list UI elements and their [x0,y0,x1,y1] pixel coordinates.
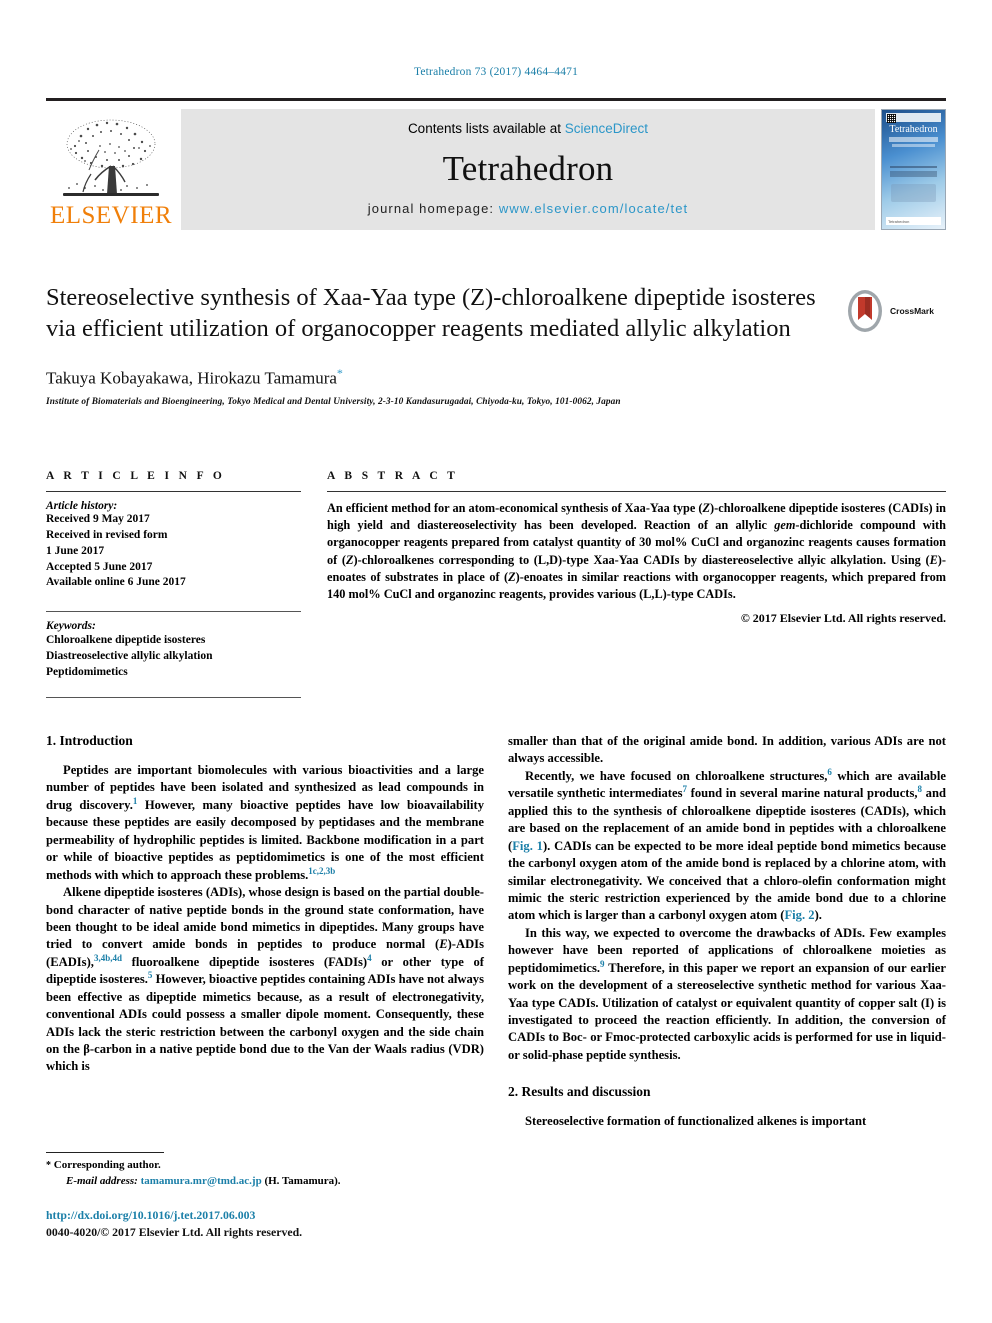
text-run: ). CADIs can be expected to be more idea… [508,838,946,923]
issn-copyright-line: 0040-4020/© 2017 Elsevier Ltd. All right… [46,1224,303,1239]
italic-text: Z [346,552,354,567]
footnote-block: * Corresponding author. E-mail address: … [46,1152,484,1190]
email-link[interactable]: tamamura.mr@tmd.ac.jp [141,1175,262,1187]
elsevier-logo: ELSEVIER [46,109,176,230]
figure-link[interactable]: Fig. 2 [784,908,814,922]
corresponding-author-marker[interactable]: * [337,366,343,380]
article-info-rule [46,491,301,492]
corresponding-author-note: * Corresponding author. [46,1158,484,1174]
crossmark-badge[interactable]: CrossMark [845,287,945,335]
text-run: Recently, we have focused on chloroalken… [525,768,828,783]
author-list: Takuya Kobayakawa, Hirokazu Tamamura* [46,366,836,389]
cover-subtitle-bar-2 [892,144,935,147]
article-info-column: A R T I C L E I N F O Article history: R… [46,470,301,706]
text-run: found in several marine natural products… [686,786,918,801]
affiliation: Institute of Biomaterials and Bioenginee… [46,397,621,408]
contents-prefix: Contents lists available at [407,121,565,136]
paragraph: In this way, we expected to overcome the… [508,925,946,1065]
abstract-column: A B S T R A C T An efficient method for … [327,470,946,706]
journal-title: Tetrahedron [442,149,614,188]
cover-qr-icon [887,114,896,123]
keywords-bottom-rule [46,696,301,698]
corresponding-author-text: Corresponding author. [53,1159,161,1171]
paragraph: smaller than that of the original amide … [508,733,946,768]
abstract-text: An efficient method for an atom-economic… [327,500,946,603]
text-run: ). [814,908,822,923]
text-run: Therefore, in this paper we report an ex… [508,960,946,1062]
text-run: Stereoselective formation of functionali… [525,1114,867,1129]
text-run: )-chloroalkenes corresponding to (L,D)-t… [353,552,930,567]
text-run: An efficient method for an atom-economic… [327,501,703,515]
keywords-top-rule [46,611,301,613]
journal-band: Contents lists available at ScienceDirec… [181,109,875,230]
history-line: Received in revised form [46,528,168,541]
cover-mid-block [890,171,937,177]
keywords-block: Keywords: Chloroalkene dipeptide isoster… [46,620,301,680]
running-head: Tetrahedron 73 (2017) 4464–4471 [413,66,579,78]
abstract-rule [327,491,946,492]
crossmark-icon [848,290,882,332]
paragraph: Recently, we have focused on chloroalken… [508,767,946,925]
email-owner: (H. Tamamura). [264,1174,341,1187]
keyword-item: Diastreoselective allylic alkylation [46,650,213,663]
footer-doi-block: http://dx.doi.org/10.1016/j.tet.2017.06.… [46,1207,486,1240]
keyword-item: Peptidomimetics [46,666,128,679]
text-run: fluoroalkene dipeptide isosteres (FADIs) [121,954,368,969]
contents-lists-line: Contents lists available at ScienceDirec… [408,121,648,136]
history-line: Available online 6 June 2017 [46,576,186,589]
keywords-label: Keywords: [46,620,96,633]
abstract-heading: A B S T R A C T [327,470,459,482]
italic-text: E [929,552,938,567]
cover-mid-rule [890,166,937,168]
article-history-label: Article history: [46,500,118,512]
footnote-star: * [46,1160,51,1171]
italic-text: Z [702,501,711,515]
title-block: Stereoselective synthesis of Xaa-Yaa typ… [46,283,836,407]
paragraph: Peptides are important biomolecules with… [46,762,484,884]
text-run: Alkene dipeptide isosteres (ADIs), whose… [46,885,484,952]
italic-text: E [439,937,448,952]
homepage-url-link[interactable]: www.elsevier.com/locate/tet [499,201,688,216]
keyword-item: Chloroalkene dipeptide isosteres [46,634,206,647]
abstract-copyright: © 2017 Elsevier Ltd. All rights reserved… [740,611,946,626]
body-two-column: 1. Introduction Peptides are important b… [46,733,946,1131]
article-info-heading: A R T I C L E I N F O [46,470,226,482]
italic-text: Z [508,569,516,584]
info-abstract-section: A R T I C L E I N F O Article history: R… [46,470,946,706]
history-line: Accepted 5 June 2017 [46,560,153,573]
homepage-prefix: journal homepage: [367,201,499,216]
email-label: E-mail address: [66,1174,138,1187]
text-run: smaller than that of the original amide … [508,734,946,766]
crossmark-label: CrossMark [890,306,934,316]
body-column-right: smaller than that of the original amide … [508,733,946,1131]
body-column-left: 1. Introduction Peptides are important b… [46,733,484,1131]
text-run: However, bioactive peptides containing A… [46,972,484,1074]
author-names: Takuya Kobayakawa, Hirokazu Tamamura [46,368,337,388]
cover-journal-name: Tetrahedron [889,124,938,135]
email-note: E-mail address: tamamura.mr@tmd.ac.jp (H… [46,1174,484,1190]
page-title: Stereoselective synthesis of Xaa-Yaa typ… [46,284,816,342]
journal-cover-thumbnail[interactable]: Tetrahedron Tetrahedron [881,109,946,230]
cover-footer-label: Tetrahedron [888,219,910,224]
journal-masthead: ELSEVIER Contents lists available at Sci… [46,98,946,230]
journal-homepage-line: journal homepage: www.elsevier.com/locat… [368,201,689,216]
footnote-rule [46,1152,164,1153]
article-page: Tetrahedron 73 (2017) 4464–4471 ELSEVIER… [0,0,992,1323]
history-line: 1 June 2017 [46,544,105,557]
paragraph: Alkene dipeptide isosteres (ADIs), whose… [46,884,484,1076]
sciencedirect-link[interactable]: ScienceDirect [565,121,648,136]
section-heading-introduction: 1. Introduction [46,733,133,748]
history-line: Received 9 May 2017 [46,513,150,525]
elsevier-tree-icon [63,119,159,196]
section-heading-results: 2. Results and discussion [508,1084,651,1100]
italic-text: gem [774,518,796,533]
paragraph: Stereoselective formation of functionali… [508,1113,946,1130]
elsevier-wordmark: ELSEVIER [49,202,173,229]
doi-link[interactable]: http://dx.doi.org/10.1016/j.tet.2017.06.… [46,1207,486,1224]
reference-marker[interactable]: 1c,2,3b [308,865,335,875]
figure-link[interactable]: Fig. 1 [512,839,543,853]
cover-structure-graphic [891,184,936,202]
cover-subtitle-bar [889,137,938,142]
reference-marker[interactable]: 3,4b,4d [94,953,122,963]
